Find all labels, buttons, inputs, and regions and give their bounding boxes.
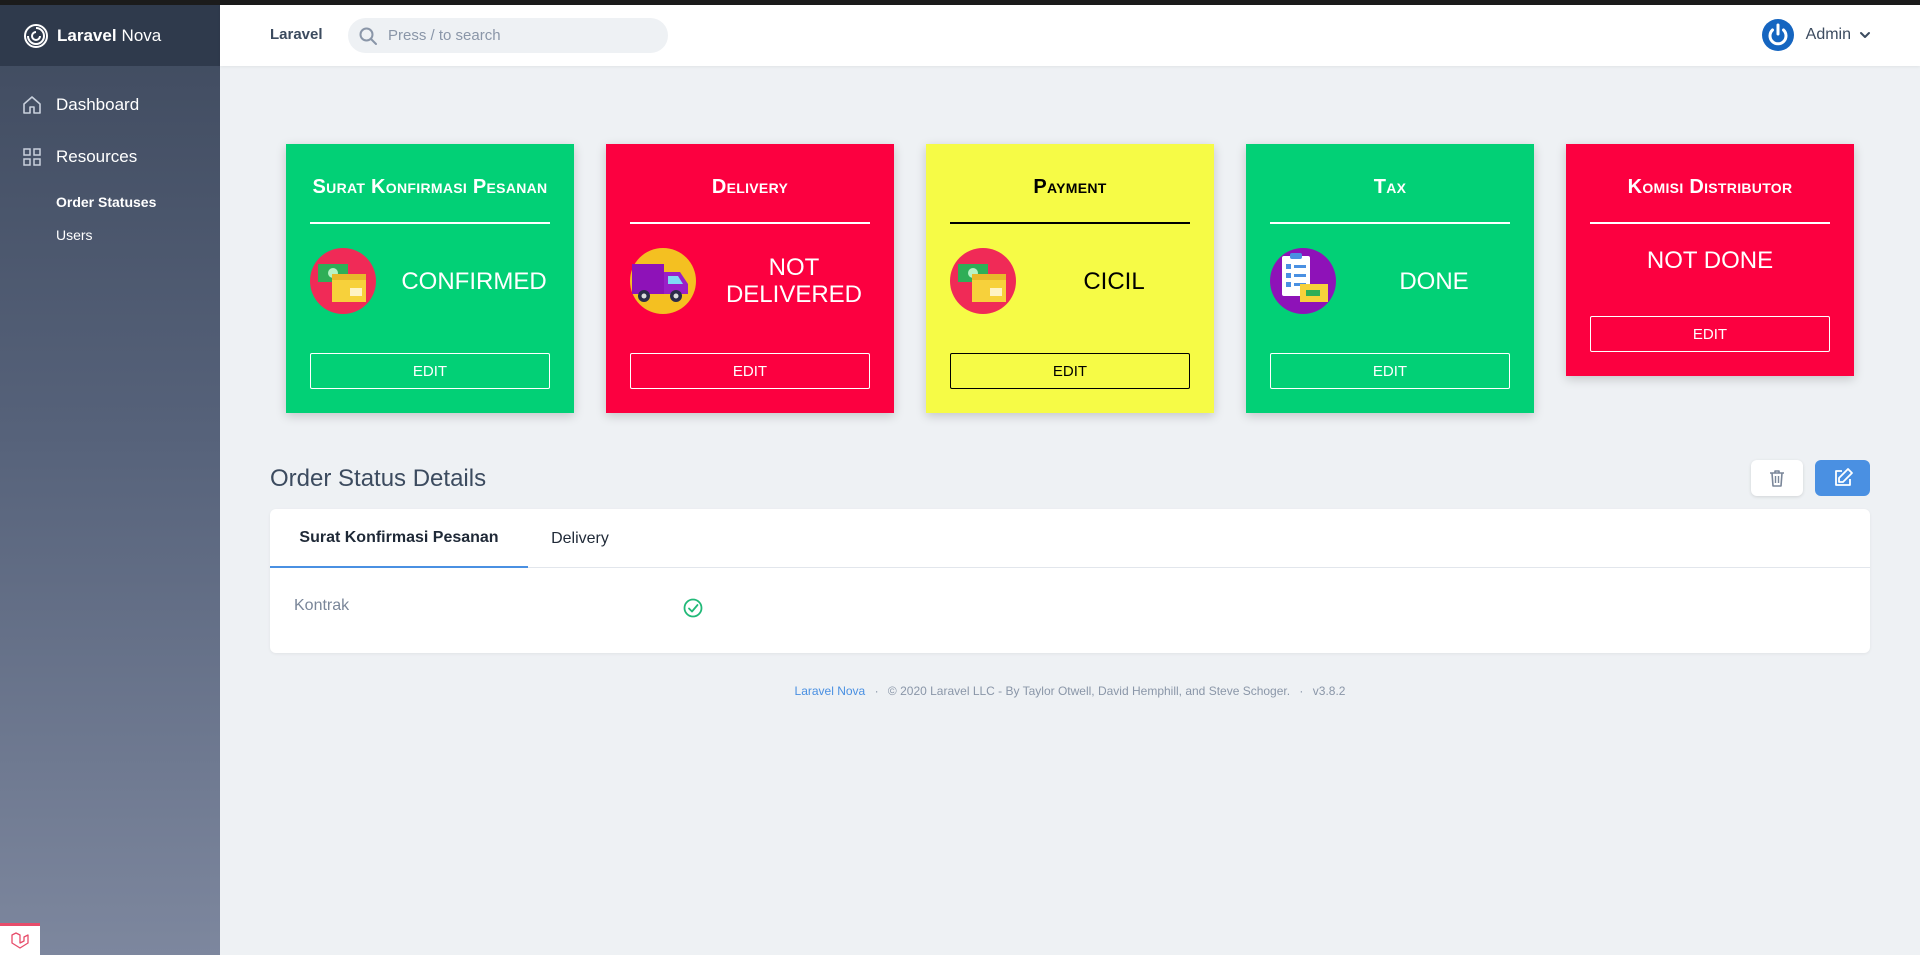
nav-dashboard-label: Dashboard <box>56 95 140 114</box>
card-status: DONE <box>1399 267 1469 295</box>
chevron-down-icon <box>1860 32 1870 38</box>
tab-delivery[interactable]: Delivery <box>528 509 632 568</box>
grid-icon <box>23 148 41 166</box>
field-label-kontrak: Kontrak <box>294 597 350 614</box>
search-icon <box>359 27 377 45</box>
footer-separator: · <box>874 684 879 698</box>
delivery-truck-icon <box>630 248 696 314</box>
brand-name-bold: Laravel <box>57 25 117 45</box>
user-menu[interactable]: Admin <box>1761 19 1872 51</box>
search-input[interactable] <box>388 27 648 44</box>
card-divider <box>950 222 1190 224</box>
tab-bar: Surat Konfirmasi Pesanan Delivery <box>270 509 1870 568</box>
edit-button[interactable]: EDIT <box>1270 353 1510 389</box>
laravel-badge[interactable] <box>0 923 40 955</box>
user-name: Admin <box>1805 26 1851 43</box>
money-box-icon <box>950 248 1016 314</box>
money-box-icon <box>310 248 376 314</box>
card-status: NOT DELIVERED <box>725 254 863 308</box>
check-circle-icon <box>683 598 703 618</box>
delete-button[interactable] <box>1751 460 1803 496</box>
details-title: Order Status Details <box>270 465 487 492</box>
card-status: CONFIRMED <box>401 267 547 295</box>
global-search[interactable] <box>348 18 668 53</box>
card-title: Payment <box>1033 176 1107 198</box>
laravel-logo-icon <box>11 931 29 949</box>
sidebar: Laravel Nova Dashboard Resources Order S… <box>0 5 220 955</box>
footer-copyright: © 2020 Laravel LLC - By Taylor Otwell, D… <box>887 684 1291 698</box>
card-divider <box>310 222 550 224</box>
app-name[interactable]: Laravel <box>270 26 323 43</box>
status-card-payment: Payment CICIL EDIT <box>926 144 1214 413</box>
trash-icon <box>1770 470 1784 487</box>
brand-name-regular: Nova <box>121 25 162 45</box>
nav-resources-label: Resources <box>56 147 138 166</box>
card-divider <box>1590 222 1830 224</box>
top-header: Laravel Admin <box>220 5 1920 66</box>
edit-button[interactable]: EDIT <box>310 353 550 389</box>
edit-icon <box>1834 468 1853 486</box>
details-panel: Surat Konfirmasi Pesanan Delivery Kontra… <box>270 509 1870 653</box>
edit-button[interactable]: EDIT <box>950 353 1190 389</box>
brand[interactable]: Laravel Nova <box>0 5 220 66</box>
status-card-surat-konfirmasi: Surat Konfirmasi Pesanan CONFIRMED EDIT <box>286 144 574 413</box>
sidebar-item-users[interactable]: Users <box>56 227 93 243</box>
status-card-tax: Tax DONE EDIT <box>1246 144 1534 413</box>
card-divider <box>630 222 870 224</box>
tax-document-icon <box>1270 248 1336 314</box>
nav-dashboard[interactable]: Dashboard <box>22 95 139 115</box>
edit-button[interactable]: EDIT <box>630 353 870 389</box>
card-divider <box>1270 222 1510 224</box>
card-title: Tax <box>1373 176 1407 198</box>
status-card-komisi-distributor: Komisi Distributor NOT DONE EDIT <box>1566 144 1854 376</box>
card-title: Surat Konfirmasi Pesanan <box>312 176 548 198</box>
footer-link[interactable]: Laravel Nova <box>795 684 866 698</box>
edit-button[interactable]: EDIT <box>1590 316 1830 352</box>
edit-resource-button[interactable] <box>1815 460 1870 496</box>
status-card-delivery: Delivery NOT DELIVERED EDIT <box>606 144 894 413</box>
footer-separator: · <box>1299 684 1304 698</box>
nav-resources[interactable]: Resources <box>22 147 137 167</box>
page-footer: Laravel Nova · © 2020 Laravel LLC - By T… <box>270 684 1870 698</box>
avatar <box>1761 19 1794 51</box>
sidebar-item-order-statuses[interactable]: Order Statuses <box>56 194 156 210</box>
card-status: NOT DONE <box>1646 246 1774 274</box>
card-title: Komisi Distributor <box>1627 176 1793 198</box>
home-icon <box>23 96 41 114</box>
footer-version: v3.8.2 <box>1312 684 1346 698</box>
card-status: CICIL <box>1083 267 1145 295</box>
card-title: Delivery <box>711 176 789 198</box>
tab-surat-konfirmasi-pesanan[interactable]: Surat Konfirmasi Pesanan <box>270 509 528 568</box>
nova-logo-icon <box>24 23 48 48</box>
